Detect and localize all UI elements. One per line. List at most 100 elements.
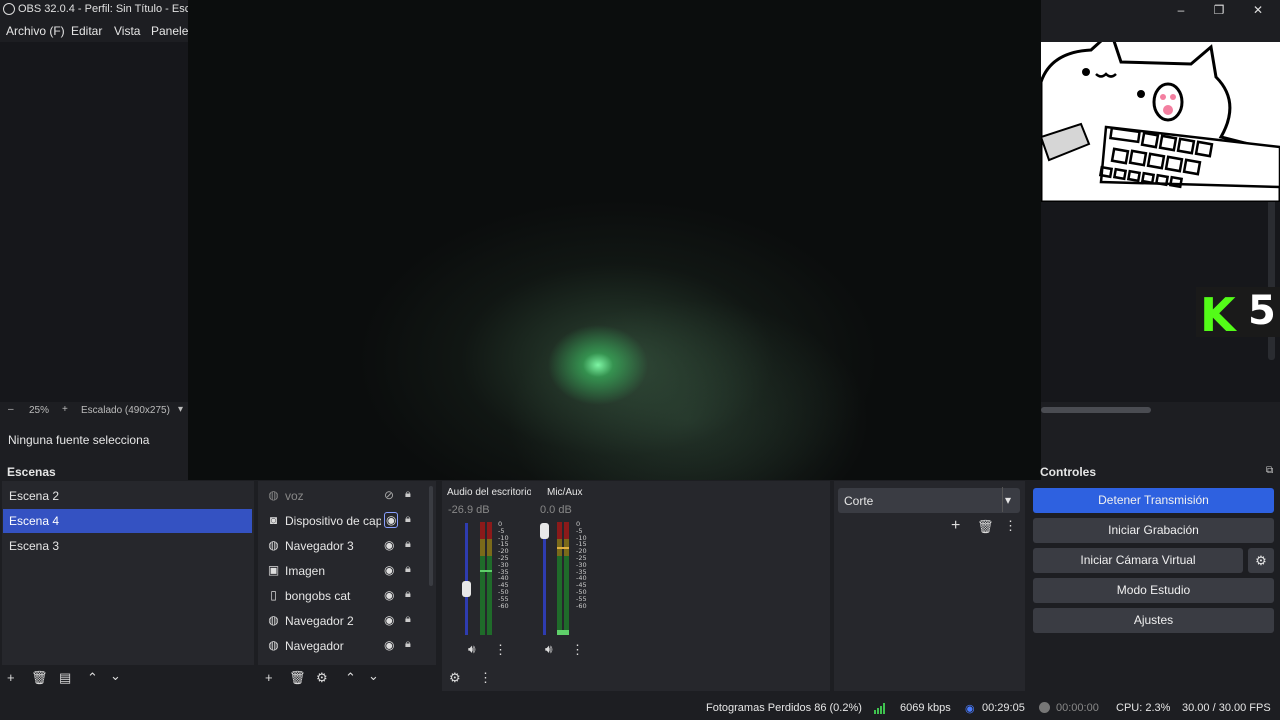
chevron-down-icon[interactable]: ▾ [178, 404, 183, 415]
trash-icon[interactable]: 🗑 [31, 670, 48, 686]
chevron-down-icon[interactable]: ⌄ [110, 668, 121, 684]
source-item[interactable]: ◍ Navegador ◉ 🔒︎ [262, 634, 426, 658]
fps: 30.00 / 30.00 FPS [1182, 702, 1271, 714]
gear-icon[interactable]: ⚙ [316, 670, 328, 686]
browser-icon: ◍ [268, 488, 279, 502]
cpu-usage: CPU: 2.3% [1116, 702, 1171, 714]
source-item[interactable]: ▣ Imagen ◉ 🔒︎ [262, 559, 426, 583]
menu-archivo[interactable]: Archivo (F) [6, 24, 65, 38]
record-time: 00:00:00 [1056, 702, 1099, 714]
volume-slider-track[interactable] [465, 523, 468, 635]
lock-icon[interactable]: 🔒︎ [405, 538, 411, 551]
speaker-icon[interactable]: 🔊︎ [545, 642, 553, 657]
add-transition-icon[interactable]: + [951, 517, 960, 535]
source-item[interactable]: ◙ Dispositivo de captura ◉ 🔒︎ [262, 509, 426, 533]
source-item[interactable]: ◍ Navegador 2 ◉ 🔒︎ [262, 609, 426, 633]
source-item[interactable]: ◍ Navegador 3 ◉ 🔒︎ [262, 534, 426, 558]
chevron-down-icon: ▾ [1005, 493, 1012, 507]
maximize-button[interactable]: ❐ [1201, 0, 1237, 20]
zoom-bar: – 25% + Escalado (490x275) ▾ [0, 402, 190, 420]
chevron-down-icon[interactable]: ⌄ [368, 668, 379, 684]
lock-icon[interactable]: 🔒︎ [405, 488, 411, 501]
source-item[interactable]: ◍ voz ⊘ 🔒︎ [262, 484, 426, 508]
eye-icon[interactable]: ◉ [384, 613, 394, 627]
eye-icon[interactable]: ◉ [384, 512, 399, 528]
meter-scale: 0 -5 -10 -15 -20 -25 -30 -35 -40 -45 -50 -55 -60 [498, 520, 509, 610]
add-source-icon[interactable]: + [265, 670, 273, 685]
settings-button[interactable]: Ajustes [1033, 608, 1274, 633]
dropped-frames: Fotogramas Perdidos 86 (0.2%) [706, 702, 862, 714]
mixer-channel-name: Mic/Aux [547, 487, 583, 498]
scene-item-escena-4[interactable]: Escena 4 [3, 509, 252, 533]
close-button[interactable]: ✕ [1240, 0, 1276, 20]
mixer-channel-db: -26.9 dB [448, 504, 490, 516]
mixer-channel-db: 0.0 dB [540, 504, 572, 516]
chevron-up-icon[interactable]: ⌃ [345, 670, 356, 686]
image-icon: ▣ [267, 563, 280, 577]
bongo-cat-image [1041, 42, 1280, 202]
transition-select[interactable]: Corte ▾ [838, 487, 1020, 513]
source-item[interactable]: ▯ bongobs cat ◉ 🔒︎ [262, 584, 426, 608]
eye-icon[interactable]: ◉ [384, 538, 394, 552]
eye-icon[interactable]: ◉ [384, 563, 394, 577]
scene-item-escena-3[interactable]: Escena 3 [3, 534, 252, 558]
source-label: Navegador 3 [285, 539, 354, 553]
filter-icon[interactable]: ▤ [59, 670, 71, 686]
bongo-cat-overlay [1041, 42, 1280, 202]
lock-icon[interactable]: 🔒︎ [405, 513, 411, 526]
eye-hidden-icon[interactable]: ⊘ [384, 488, 394, 502]
menu-editar[interactable]: Editar [71, 24, 102, 38]
no-source-selected-label: Ninguna fuente selecciona [8, 433, 150, 447]
kebab-menu-icon[interactable]: ⋮ [1004, 518, 1017, 534]
kebab-menu-icon[interactable]: ⋮ [479, 670, 492, 686]
studio-mode-button[interactable]: Modo Estudio [1033, 578, 1274, 603]
menu-vista[interactable]: Vista [114, 24, 140, 38]
source-label: voz [285, 489, 304, 503]
volume-slider-track[interactable] [543, 523, 546, 635]
source-label: Navegador 2 [285, 614, 354, 628]
lock-icon[interactable]: 🔒︎ [405, 613, 411, 626]
start-virtual-camera-button[interactable]: Iniciar Cámara Virtual [1033, 548, 1243, 573]
zoom-out-button[interactable]: – [8, 404, 14, 415]
volume-slider-handle[interactable] [462, 581, 471, 597]
add-scene-icon[interactable]: + [7, 670, 15, 685]
camera-preview[interactable] [188, 0, 1041, 480]
virtual-camera-settings-button[interactable]: ⚙ [1248, 548, 1274, 573]
camera-icon: ◙ [269, 513, 278, 527]
audio-meter [487, 522, 492, 635]
volume-slider-handle[interactable] [540, 523, 549, 539]
obs-logo-icon [3, 3, 15, 15]
trash-icon[interactable]: 🗑 [977, 519, 994, 535]
bitrate: 6069 kbps [900, 702, 951, 714]
kebab-menu-icon[interactable]: ⋮ [571, 642, 584, 658]
source-label: Navegador [285, 639, 344, 653]
sources-scrollbar[interactable] [429, 486, 433, 586]
audio-peak-indicator [557, 547, 569, 549]
chevron-up-icon[interactable]: ⌃ [87, 670, 98, 686]
audio-meter [480, 522, 485, 635]
stop-stream-button[interactable]: Detener Transmisión [1033, 488, 1274, 513]
mixer-channel-name: Audio del escritorio [447, 487, 531, 498]
lock-icon[interactable]: 🔒︎ [405, 588, 411, 601]
scene-item-escena-2[interactable]: Escena 2 [3, 484, 252, 508]
minimize-button[interactable]: – [1163, 0, 1199, 20]
lock-icon[interactable]: 🔒︎ [405, 563, 411, 576]
trash-icon[interactable]: 🗑 [289, 670, 306, 686]
zoom-in-button[interactable]: + [62, 404, 68, 415]
signal-bars-icon [874, 703, 888, 714]
start-recording-button[interactable]: Iniciar Grabación [1033, 518, 1274, 543]
kebab-menu-icon[interactable]: ⋮ [494, 642, 507, 658]
meter-scale: 0 -5 -10 -15 -20 -25 -30 -35 -40 -45 -50 -55 -60 [576, 520, 587, 610]
undock-icon[interactable]: ⧉ [1266, 465, 1273, 476]
divider [1002, 487, 1003, 512]
preview-horizontal-scrollbar[interactable] [1041, 407, 1151, 413]
browser-icon: ◍ [268, 613, 279, 627]
audio-level-fill [557, 630, 569, 635]
zoom-level: 25% [29, 405, 50, 416]
mixer-settings-icon[interactable]: ⚙ [449, 670, 461, 686]
eye-icon[interactable]: ◉ [384, 638, 394, 652]
lock-icon[interactable]: 🔒︎ [405, 638, 411, 651]
speaker-icon[interactable]: 🔊︎ [468, 642, 476, 657]
record-icon [1039, 702, 1050, 713]
eye-icon[interactable]: ◉ [384, 588, 394, 602]
